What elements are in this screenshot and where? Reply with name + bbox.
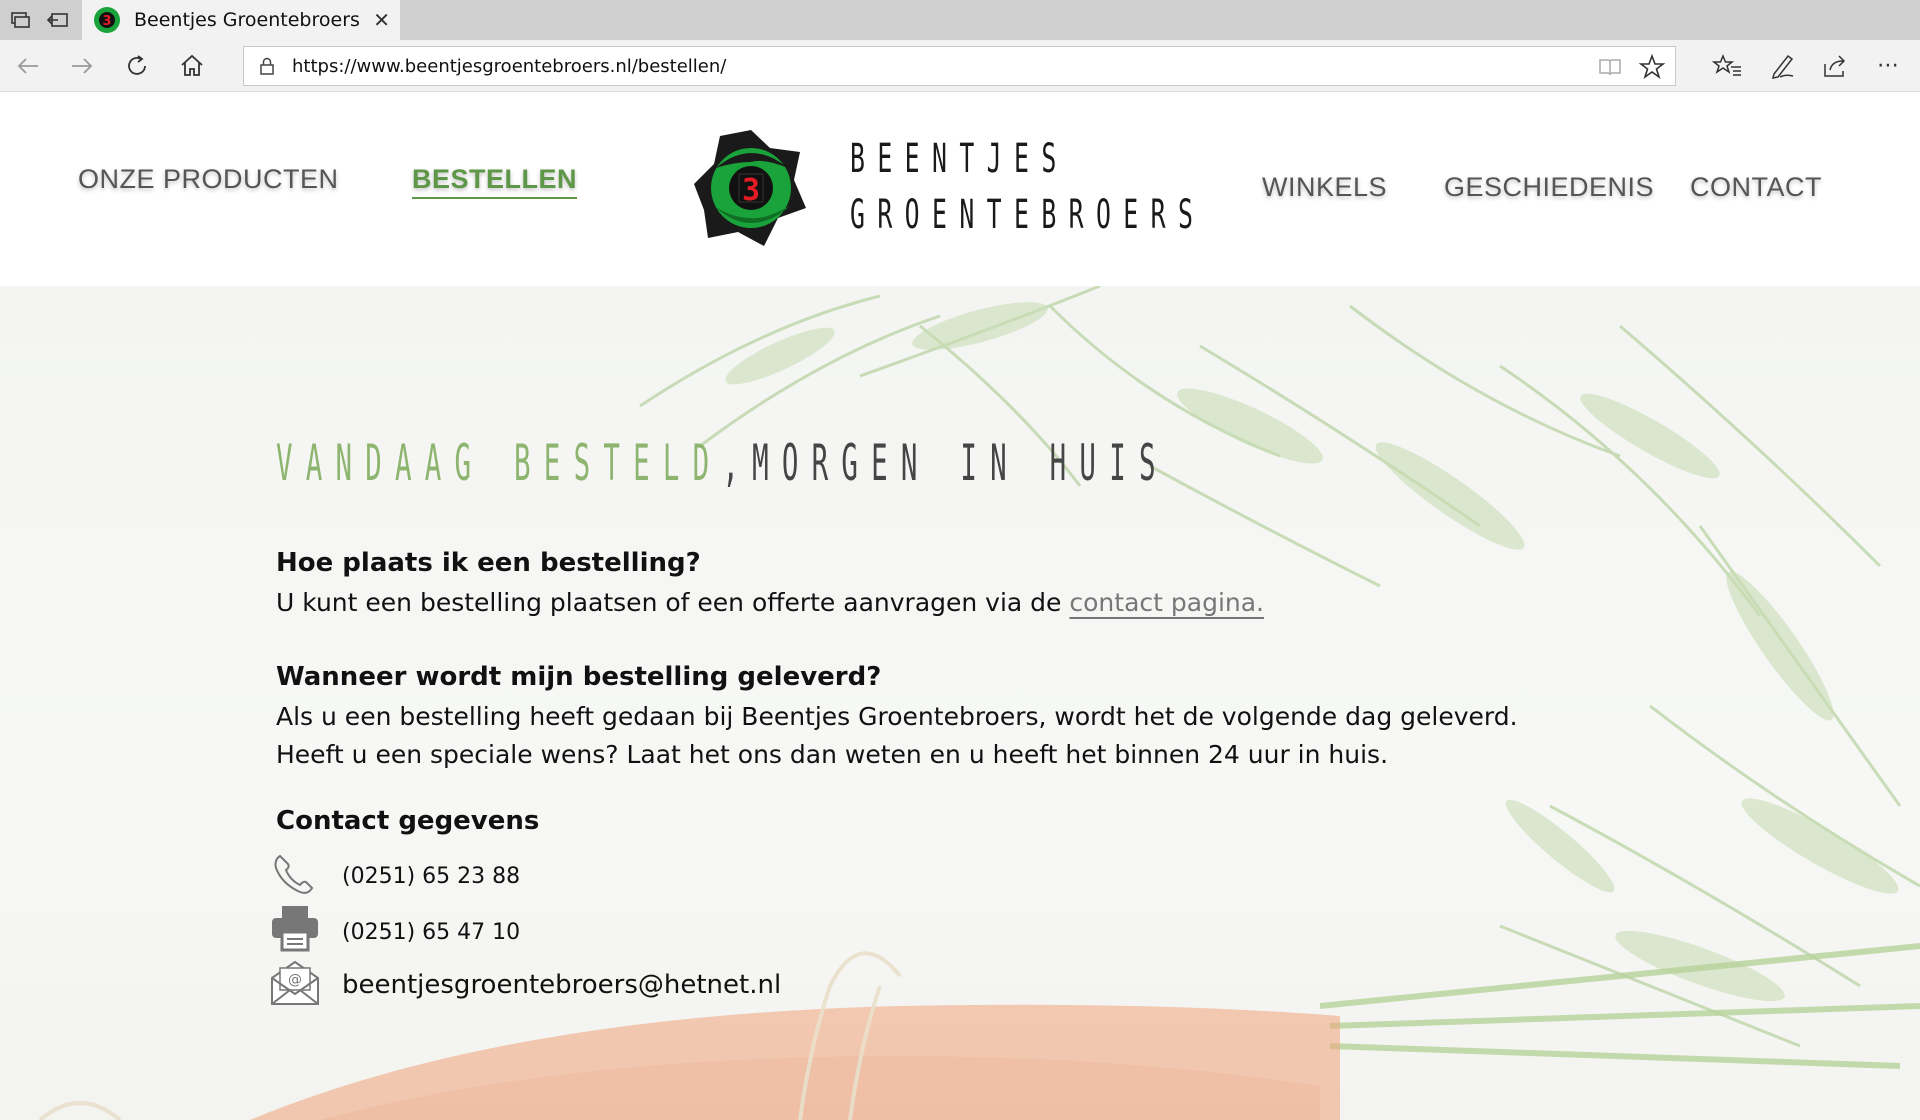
contact-page-link[interactable]: contact pagina.: [1069, 588, 1264, 617]
hero-section: VANDAAG BESTELD,MORGEN IN HUIS Hoe plaat…: [0, 286, 1920, 1120]
question-how-to-order: Hoe plaats ik een bestelling?: [276, 548, 701, 578]
back-arrow-icon[interactable]: [12, 50, 44, 82]
set-aside-tabs-icon[interactable]: [46, 8, 70, 32]
phone-number[interactable]: (0251) 65 23 88: [342, 864, 520, 889]
fax-number: (0251) 65 47 10: [342, 920, 521, 945]
tagline-part-1: VANDAAG BESTELD: [276, 434, 723, 492]
more-icon[interactable]: ⋯: [1872, 50, 1904, 82]
phone-icon: [274, 854, 314, 894]
url-text[interactable]: https://www.beentjesgroentebroers.nl/bes…: [292, 56, 726, 77]
tagline-part-2: MORGEN IN HUIS: [752, 434, 1169, 492]
svg-text:3: 3: [102, 14, 111, 29]
browser-tab-bar: 3 Beentjes Groentebroers ✕: [0, 0, 1920, 40]
logo-icon[interactable]: 3: [694, 128, 808, 248]
refresh-icon[interactable]: [121, 50, 153, 82]
brand-line-2: GROENTEBROERS: [850, 192, 1206, 238]
answer-how-to-order-text: U kunt een bestelling plaatsen of een of…: [276, 588, 1070, 617]
nav-contact[interactable]: CONTACT: [1690, 172, 1822, 203]
tagline-separator: ,: [722, 434, 753, 492]
close-icon[interactable]: ✕: [373, 8, 390, 32]
answer-how-to-order: U kunt een bestelling plaatsen of een of…: [276, 588, 1264, 617]
pen-icon[interactable]: [1766, 50, 1798, 82]
nav-onze-producten[interactable]: ONZE PRODUCTEN: [78, 164, 339, 195]
site-favicon: 3: [94, 7, 120, 33]
lock-icon: [260, 57, 274, 75]
email-address[interactable]: beentjesgroentebroers@hetnet.nl: [342, 970, 781, 1000]
answer-delivery-line-1: Als u een bestelling heeft gedaan bij Be…: [276, 702, 1518, 731]
question-delivery-time: Wanneer wordt mijn bestelling geleverd?: [276, 662, 882, 692]
answer-delivery-line-2: Heeft u een speciale wens? Laat het ons …: [276, 740, 1389, 769]
nav-winkels[interactable]: WINKELS: [1262, 172, 1387, 203]
browser-toolbar: https://www.beentjesgroentebroers.nl/bes…: [0, 40, 1920, 92]
star-icon[interactable]: [1638, 53, 1666, 81]
tagline: VANDAAG BESTELD,MORGEN IN HUIS: [276, 434, 1169, 492]
site-header: ONZE PRODUCTEN BESTELLEN 3 BEENTJES GROE…: [0, 92, 1920, 286]
email-icon: @: [271, 960, 319, 1005]
tab-title: Beentjes Groentebroers: [134, 9, 360, 31]
printer-icon: [272, 906, 318, 952]
tab-actions-icon[interactable]: [8, 8, 32, 32]
favorites-list-icon[interactable]: [1711, 50, 1744, 82]
reading-view-icon[interactable]: [1596, 53, 1624, 81]
nav-geschiedenis[interactable]: GESCHIEDENIS: [1444, 172, 1654, 203]
contact-heading: Contact gegevens: [276, 806, 540, 836]
address-bar[interactable]: https://www.beentjesgroentebroers.nl/bes…: [243, 46, 1676, 86]
browser-tab[interactable]: 3 Beentjes Groentebroers ✕: [82, 0, 400, 40]
nav-bestellen[interactable]: BESTELLEN: [412, 164, 578, 199]
home-icon[interactable]: [176, 50, 208, 82]
brand-line-1: BEENTJES: [850, 136, 1069, 182]
forward-arrow-icon[interactable]: [66, 50, 98, 82]
share-icon[interactable]: [1819, 50, 1851, 82]
svg-text:@: @: [288, 972, 302, 988]
svg-text:3: 3: [742, 173, 760, 208]
